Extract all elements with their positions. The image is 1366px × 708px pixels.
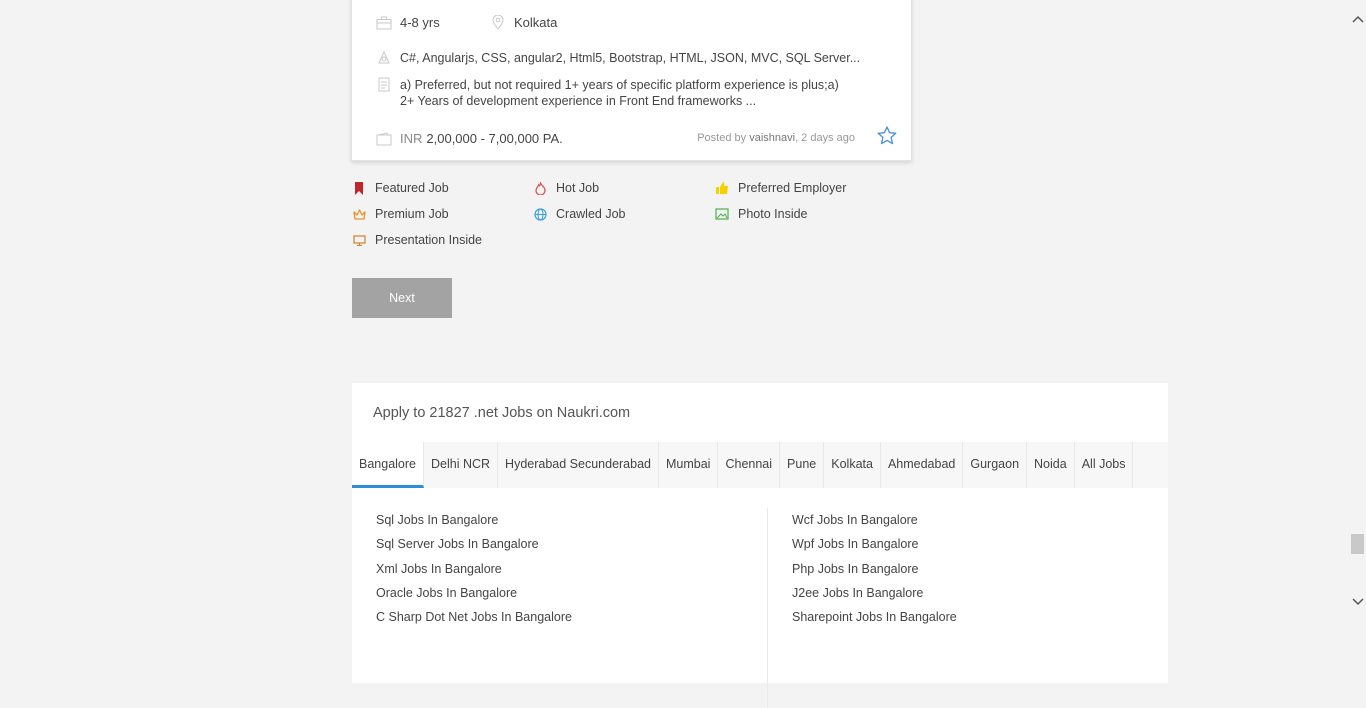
experience-text: 4-8 yrs <box>400 15 440 30</box>
scroll-down-chevron-icon[interactable] <box>1349 593 1366 610</box>
legend-featured-job: Featured Job <box>352 181 449 195</box>
legend-hot-job: Hot Job <box>533 181 599 195</box>
column-divider <box>767 508 768 708</box>
image-icon <box>715 208 729 220</box>
job-search-link[interactable]: J2ee Jobs In Bangalore <box>792 586 957 610</box>
tab-city[interactable]: Bangalore <box>352 442 424 488</box>
flame-icon <box>533 181 547 195</box>
tab-city[interactable]: Delhi NCR <box>424 442 499 488</box>
legend-presentation-label: Presentation Inside <box>375 233 483 247</box>
legend-presentation-inside: Presentation Inside <box>352 233 482 247</box>
posted-prefix: Posted by <box>697 132 747 144</box>
job-links-right: Wcf Jobs In Bangalore Wpf Jobs In Bangalo… <box>792 513 957 634</box>
tab-city[interactable]: Mumbai <box>659 442 719 488</box>
tab-city[interactable]: Pune <box>780 442 825 488</box>
salary-row: INR 2,00,000 - 7,00,000 PA. <box>376 131 563 146</box>
legend-crawled-job: Crawled Job <box>533 207 625 221</box>
tab-city[interactable]: Kolkata <box>824 442 881 488</box>
location-row: Kolkata <box>490 15 557 30</box>
posted-date: , 2 days ago <box>795 132 855 144</box>
legend-photo-inside: Photo Inside <box>715 207 808 221</box>
legend-premium-label: Premium Job <box>375 207 449 221</box>
city-tabs: Bangalore Delhi NCR Hyderabad Secunderabad… <box>352 442 1168 488</box>
job-search-link[interactable]: Wpf Jobs In Bangalore <box>792 537 957 561</box>
globe-icon <box>533 207 547 221</box>
description-row: a) Preferred, but not required 1+ years … <box>376 77 876 109</box>
scroll-up-chevron-icon[interactable] <box>1349 10 1366 27</box>
wallet-icon <box>376 131 392 146</box>
job-links-left: Sql Jobs In Bangalore Sql Server Jobs In … <box>376 513 572 634</box>
crown-icon <box>352 208 366 220</box>
job-search-link[interactable]: Php Jobs In Bangalore <box>792 562 957 586</box>
tab-city[interactable]: Ahmedabad <box>881 442 964 488</box>
tab-city[interactable]: All Jobs <box>1075 442 1134 488</box>
thumbs-up-icon <box>715 182 729 194</box>
save-job-star-icon[interactable] <box>877 126 897 150</box>
legend-premium-job: Premium Job <box>352 207 449 221</box>
skills-icon <box>376 51 392 65</box>
tab-city[interactable]: Hyderabad Secunderabad <box>498 442 659 488</box>
apply-jobs-panel: Apply to 21827 .net Jobs on Naukri.com B… <box>352 383 1168 708</box>
salary-currency: INR <box>400 131 423 146</box>
legend-preferred-label: Preferred Employer <box>738 181 847 195</box>
job-search-link[interactable]: Xml Jobs In Bangalore <box>376 562 572 586</box>
monitor-icon <box>352 234 366 246</box>
job-search-link[interactable]: Sql Jobs In Bangalore <box>376 513 572 537</box>
legend-crawled-label: Crawled Job <box>556 207 626 221</box>
document-icon <box>376 77 392 109</box>
legend-hot-label: Hot Job <box>556 181 600 195</box>
description-line-2: 2+ Years of development experience in Fr… <box>400 94 757 108</box>
bookmark-icon <box>352 181 366 195</box>
posted-info: Posted by vaishnavi, 2 days ago <box>697 132 855 144</box>
job-search-link[interactable]: Wcf Jobs In Bangalore <box>792 513 957 537</box>
tab-city[interactable]: Noida <box>1027 442 1075 488</box>
scrollbar-thumb[interactable] <box>1351 534 1364 554</box>
tab-city[interactable]: Chennai <box>718 442 781 488</box>
location-text: Kolkata <box>514 15 558 30</box>
skills-row: C#, Angularjs, CSS, angular2, Html5, Boo… <box>376 51 860 65</box>
job-search-link[interactable]: Sql Server Jobs In Bangalore <box>376 537 572 561</box>
tab-city[interactable]: Gurgaon <box>963 442 1028 488</box>
legend-photo-label: Photo Inside <box>738 207 808 221</box>
job-card[interactable]: 4-8 yrs Kolkata C#, Angularjs, CSS, angu… <box>351 0 912 161</box>
location-pin-icon <box>490 15 506 30</box>
experience-row: 4-8 yrs <box>376 15 440 30</box>
skills-text: C#, Angularjs, CSS, angular2, Html5, Boo… <box>400 51 861 65</box>
job-search-link[interactable]: Oracle Jobs In Bangalore <box>376 586 572 610</box>
job-search-link[interactable]: C Sharp Dot Net Jobs In Bangalore <box>376 610 572 634</box>
description-line-1: a) Preferred, but not required 1+ years … <box>400 78 839 92</box>
salary-value: 2,00,000 - 7,00,000 PA. <box>426 131 563 146</box>
briefcase-icon <box>376 16 392 30</box>
job-search-link[interactable]: Sharepoint Jobs In Bangalore <box>792 610 957 634</box>
vertical-scrollbar[interactable] <box>1349 0 1366 620</box>
legend-featured-label: Featured Job <box>375 181 449 195</box>
legend-preferred-employer: Preferred Employer <box>715 181 846 195</box>
poster-name[interactable]: vaishnavi <box>749 132 795 144</box>
apply-title: Apply to 21827 .net Jobs on Naukri.com <box>373 405 631 421</box>
next-page-button[interactable]: Next <box>352 278 452 318</box>
